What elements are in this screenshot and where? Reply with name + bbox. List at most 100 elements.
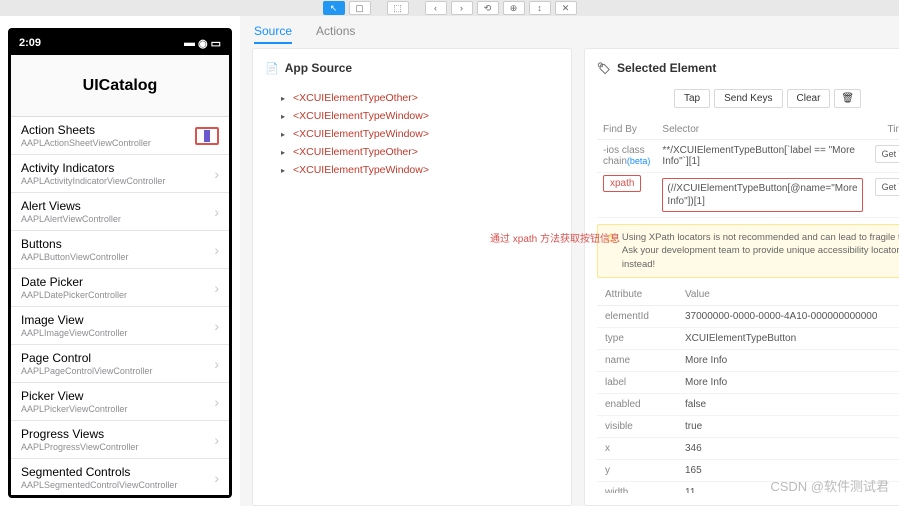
- status-time: 2:09: [19, 37, 41, 49]
- attribute-value: true: [677, 415, 899, 437]
- col-attribute: Attribute: [597, 284, 677, 306]
- list-item-title: Buttons: [21, 237, 128, 251]
- list-item-subtitle: AAPLAlertViewController: [21, 214, 121, 224]
- battery-icon: ▭: [211, 37, 221, 50]
- selector-value[interactable]: (//XCUIElementTypeButton[@name="More Inf…: [662, 178, 862, 212]
- attribute-name: enabled: [597, 393, 677, 415]
- attribute-name: label: [597, 371, 677, 393]
- get-timing-button[interactable]: Get Timing: [875, 145, 899, 163]
- attribute-name: name: [597, 349, 677, 371]
- list-item[interactable]: ButtonsAAPLButtonViewController›: [11, 231, 229, 269]
- tool-btn-6[interactable]: ⊕: [503, 1, 525, 15]
- list-item-title: Picker View: [21, 389, 127, 403]
- list-item[interactable]: Page ControlAAPLPageControlViewControlle…: [11, 345, 229, 383]
- list-item-subtitle: AAPLPageControlViewController: [21, 366, 152, 376]
- tree-node[interactable]: ▸ <XCUIElementTypeWindow>: [265, 107, 559, 125]
- attribute-name: width: [597, 481, 677, 493]
- tab-actions[interactable]: Actions: [316, 24, 355, 44]
- chevron-right-icon: ›: [214, 204, 219, 220]
- list-item-subtitle: AAPLActivityIndicatorViewController: [21, 176, 165, 186]
- tool-btn-2[interactable]: ⬚: [387, 1, 409, 15]
- xpath-warning: ⚠ Using XPath locators is not recommende…: [597, 224, 899, 278]
- chevron-right-icon: ›: [214, 356, 219, 372]
- chevron-right-icon: ›: [214, 470, 219, 486]
- tree-node-label: <XCUIElementTypeWindow>: [293, 164, 429, 176]
- list-item[interactable]: Segmented ControlsAAPLSegmentedControlVi…: [11, 459, 229, 495]
- app-source-panel: 📄 App Source ▸<XCUIElementTypeOther>▸<XC…: [252, 48, 572, 506]
- source-tree[interactable]: ▸<XCUIElementTypeOther>▸<XCUIElementType…: [265, 89, 559, 179]
- nav-title: UICatalog: [83, 77, 158, 95]
- list-item-subtitle: AAPLDatePickerController: [21, 290, 127, 300]
- findby-table: Find By Selector Time (ms) -ios class ch…: [597, 120, 899, 218]
- status-icons: ▬ ◉ ▭: [184, 37, 221, 50]
- attribute-row: x346: [597, 437, 899, 459]
- list-item[interactable]: Picker ViewAAPLPickerViewController›: [11, 383, 229, 421]
- tool-btn-4[interactable]: ›: [451, 1, 473, 15]
- caret-icon[interactable]: ▸: [281, 166, 289, 175]
- tree-node[interactable]: ▸ <XCUIElementTypeOther>: [265, 89, 559, 107]
- attribute-value: 37000000-0000-0000-4A10-000000000000: [677, 305, 899, 327]
- tool-btn-5[interactable]: ⟲: [477, 1, 499, 15]
- caret-icon[interactable]: ▸: [281, 112, 289, 121]
- attribute-name: type: [597, 327, 677, 349]
- attribute-row: visibletrue: [597, 415, 899, 437]
- app-source-title: App Source: [285, 61, 352, 75]
- device-frame: 2:09 ▬ ◉ ▭ UICatalog Action SheetsAAPLAc…: [8, 28, 232, 498]
- attribute-value: More Info: [677, 371, 899, 393]
- list-item-title: Action Sheets: [21, 123, 151, 137]
- list-item[interactable]: Date PickerAAPLDatePickerController›: [11, 269, 229, 307]
- tree-node[interactable]: ▸ <XCUIElementTypeWindow>: [265, 161, 559, 179]
- col-time: Time (ms): [869, 120, 899, 140]
- send-keys-button[interactable]: Send Keys: [714, 89, 782, 108]
- attribute-value: XCUIElementTypeButton: [677, 327, 899, 349]
- list-item[interactable]: Action SheetsAAPLActionSheetViewControll…: [11, 117, 229, 155]
- clear-button[interactable]: Clear: [787, 89, 831, 108]
- annotation-text: 通过 xpath 方法获取按钮信息: [490, 230, 620, 245]
- delete-button[interactable]: 🗑: [834, 89, 861, 108]
- tree-node-label: <XCUIElementTypeOther>: [293, 146, 418, 158]
- list-item[interactable]: Alert ViewsAAPLAlertViewController ›: [11, 193, 229, 231]
- list-item-subtitle: AAPLActionSheetViewController: [21, 138, 151, 148]
- list-item-subtitle: AAPLPickerViewController: [21, 404, 127, 414]
- tap-button[interactable]: Tap: [674, 89, 710, 108]
- list-item-title: Page Control: [21, 351, 152, 365]
- get-timing-button[interactable]: Get Timing: [875, 178, 899, 196]
- tool-btn-7[interactable]: ↕: [529, 1, 551, 15]
- col-selector: Selector: [656, 120, 868, 140]
- tab-source[interactable]: Source: [254, 24, 292, 44]
- col-findby: Find By: [597, 120, 656, 140]
- findby-row: -ios class chain(beta)**/XCUIElementType…: [597, 140, 899, 173]
- tool-pointer-icon[interactable]: ↖: [323, 1, 345, 15]
- selector-value[interactable]: **/XCUIElementTypeButton[`label == "More…: [656, 140, 868, 173]
- tree-node-label: <XCUIElementTypeWindow>: [293, 110, 429, 122]
- list-item[interactable]: Activity IndicatorsAAPLActivityIndicator…: [11, 155, 229, 193]
- findby-label-xpath: xpath: [603, 175, 641, 192]
- attribute-name: y: [597, 459, 677, 481]
- wifi-icon: ◉: [198, 37, 208, 50]
- signal-icon: ▬: [184, 37, 195, 49]
- tree-node[interactable]: ▸<XCUIElementTypeWindow>: [265, 125, 559, 143]
- list-item-title: Alert Views: [21, 199, 121, 213]
- list-item[interactable]: Progress ViewsAAPLProgressViewController…: [11, 421, 229, 459]
- selected-element-header: 🏷 Selected Element: [597, 61, 899, 75]
- caret-icon[interactable]: ▸: [281, 148, 289, 157]
- list-item-title: Segmented Controls: [21, 465, 177, 479]
- tool-btn-8[interactable]: ✕: [555, 1, 577, 15]
- list-item-title: Date Picker: [21, 275, 127, 289]
- device-list[interactable]: Action SheetsAAPLActionSheetViewControll…: [11, 117, 229, 495]
- tool-btn-3[interactable]: ‹: [425, 1, 447, 15]
- attribute-row: labelMore Info: [597, 371, 899, 393]
- list-item-subtitle: AAPLProgressViewController: [21, 442, 138, 452]
- caret-icon[interactable]: ▸: [281, 94, 289, 103]
- attribute-row: elementId37000000-0000-0000-4A10-0000000…: [597, 305, 899, 327]
- highlighted-element[interactable]: [195, 127, 219, 145]
- attributes-table: Attribute Value elementId37000000-0000-0…: [597, 284, 899, 493]
- inspector-tabs: Source Actions: [240, 16, 899, 48]
- watermark: CSDN @软件测试君: [770, 476, 889, 495]
- tool-btn-1[interactable]: ▢: [349, 1, 371, 15]
- list-item[interactable]: Image ViewAAPLImageViewController›: [11, 307, 229, 345]
- caret-icon[interactable]: ▸: [281, 130, 289, 139]
- tree-node[interactable]: ▸ <XCUIElementTypeOther>: [265, 143, 559, 161]
- tree-node-label: <XCUIElementTypeOther>: [293, 92, 418, 104]
- navigation-bar: UICatalog: [11, 55, 229, 117]
